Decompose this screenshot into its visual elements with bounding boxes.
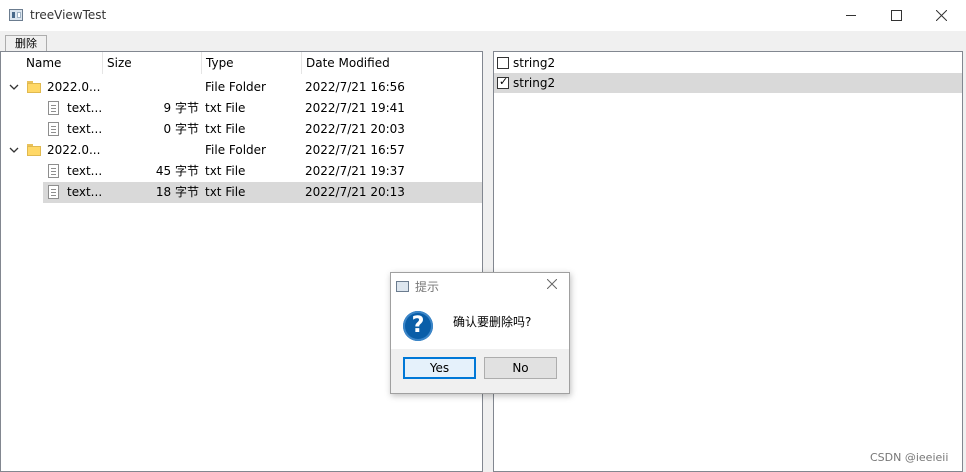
- maximize-icon: [890, 10, 902, 21]
- dialog-title: 提示: [415, 280, 440, 294]
- tree-row-file[interactable]: text... 0 字节 txt File 2022/7/21 20:03: [1, 119, 482, 140]
- folder-icon: [27, 144, 41, 156]
- list-item[interactable]: string2: [494, 53, 962, 73]
- row-size: 0 字节: [163, 122, 199, 136]
- list-item-selected[interactable]: ✓ string2: [494, 73, 962, 93]
- row-name: 2022.0...: [47, 80, 101, 94]
- row-date: 2022/7/21 20:13: [305, 185, 405, 199]
- row-type: txt File: [205, 164, 246, 178]
- file-icon: [48, 101, 59, 115]
- row-type: txt File: [205, 185, 246, 199]
- chevron-down-icon[interactable]: [9, 82, 19, 92]
- window-title: treeViewTest: [30, 8, 107, 22]
- file-icon: [48, 164, 59, 178]
- row-size: 45 字节: [155, 164, 199, 178]
- row-type: File Folder: [205, 80, 266, 94]
- list-view[interactable]: string2 ✓ string2: [493, 51, 963, 472]
- toolbar: 删除: [0, 31, 966, 51]
- question-icon: ?: [403, 311, 433, 341]
- app-icon: [9, 9, 23, 21]
- row-name: text...: [67, 185, 103, 199]
- header-type[interactable]: Type: [202, 52, 302, 74]
- folder-icon: [27, 81, 41, 93]
- tree-row-folder[interactable]: 2022.0... File Folder 2022/7/21 16:57: [1, 140, 482, 161]
- header-date[interactable]: Date Modified: [302, 52, 482, 74]
- row-name: text...: [67, 122, 103, 136]
- row-size: [103, 77, 199, 98]
- row-name: text...: [67, 164, 103, 178]
- dialog-app-icon: [396, 281, 409, 292]
- no-button[interactable]: No: [484, 357, 557, 379]
- tree-view[interactable]: Name Size Type Date Modified 2022.0... F…: [0, 51, 483, 472]
- title-bar: treeViewTest: [0, 0, 966, 31]
- minimize-icon: [846, 15, 856, 16]
- row-date: 2022/7/21 19:37: [305, 164, 405, 178]
- checkbox-checked[interactable]: ✓: [497, 75, 509, 89]
- file-icon: [48, 185, 59, 199]
- row-size: 9 字节: [163, 101, 199, 115]
- row-date: 2022/7/21 16:57: [305, 143, 405, 157]
- dialog-close-button[interactable]: [546, 277, 558, 293]
- dialog-message: 确认要删除吗?: [453, 315, 532, 329]
- tree-row-file[interactable]: text... 45 字节 txt File 2022/7/21 19:37: [1, 161, 482, 182]
- row-type: txt File: [205, 101, 246, 115]
- tree-row-file[interactable]: text... 9 字节 txt File 2022/7/21 19:41: [1, 98, 482, 119]
- confirm-dialog: 提示 ? 确认要删除吗? Yes No: [390, 272, 570, 394]
- row-name: text...: [67, 101, 103, 115]
- header-name[interactable]: Name: [1, 52, 103, 74]
- dialog-button-bar: Yes No: [391, 349, 569, 393]
- tree-header: Name Size Type Date Modified: [1, 52, 482, 74]
- check-icon: ✓: [499, 75, 509, 88]
- row-size: 18 字节: [155, 185, 199, 199]
- row-type: File Folder: [205, 143, 266, 157]
- checkbox-unchecked[interactable]: [497, 57, 509, 69]
- tree-row-folder[interactable]: 2022.0... File Folder 2022/7/21 16:56: [1, 77, 482, 98]
- close-icon: [935, 10, 947, 21]
- row-name: 2022.0...: [47, 143, 101, 157]
- close-icon: [546, 278, 558, 290]
- list-item-label: string2: [513, 56, 556, 70]
- file-icon: [48, 122, 59, 136]
- maximize-button[interactable]: [873, 0, 919, 31]
- row-size: [103, 140, 199, 161]
- header-size[interactable]: Size: [103, 52, 202, 74]
- minimize-button[interactable]: [828, 0, 874, 31]
- watermark: CSDN @ieeieii: [870, 451, 949, 464]
- row-date: 2022/7/21 16:56: [305, 80, 405, 94]
- close-button[interactable]: [918, 0, 964, 31]
- list-item-label: string2: [513, 76, 556, 90]
- yes-button[interactable]: Yes: [403, 357, 476, 379]
- tree-row-file-selected[interactable]: text... 18 字节 txt File 2022/7/21 20:13: [1, 182, 482, 203]
- chevron-down-icon[interactable]: [9, 145, 19, 155]
- delete-button[interactable]: 删除: [5, 35, 47, 51]
- row-date: 2022/7/21 19:41: [305, 101, 405, 115]
- row-type: txt File: [205, 122, 246, 136]
- row-date: 2022/7/21 20:03: [305, 122, 405, 136]
